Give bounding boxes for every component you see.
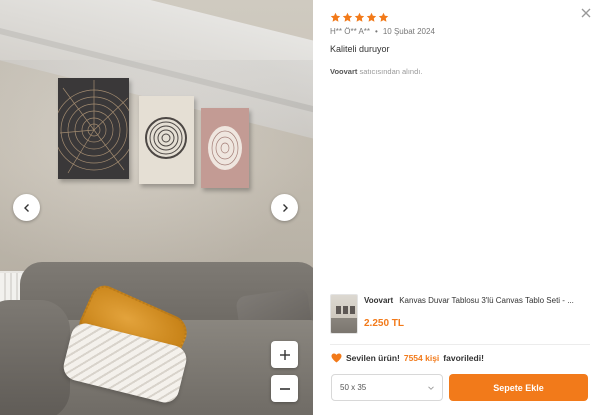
rating-stars (330, 12, 389, 23)
seller-name[interactable]: Voovart (330, 67, 357, 76)
canvas-panel-light (139, 96, 194, 184)
favorites-count: 7554 kişi (403, 353, 440, 363)
seller-line: Voovart satıcısından alındı. (330, 67, 422, 76)
favorites-suffix: favoriledi! (443, 353, 484, 363)
size-select-value: 50 x 35 (340, 383, 367, 392)
zoom-in-button[interactable] (271, 341, 298, 368)
previous-photo-button[interactable] (13, 194, 40, 221)
sofa-arm (0, 300, 70, 415)
plus-icon (279, 349, 290, 360)
minus-icon (279, 387, 290, 390)
favorites-prefix: Sevilen ürün! (346, 353, 400, 363)
canvas-panel-pink (201, 108, 249, 188)
product-price: 2.250 TL (364, 318, 405, 329)
favorites-line: Sevilen ürün! 7554 kişi favoriledi! (331, 353, 484, 363)
canvas-panel-dark (58, 78, 129, 179)
chevron-right-icon (282, 203, 288, 212)
heart-icon (331, 353, 342, 363)
next-photo-button[interactable] (271, 194, 298, 221)
product-title-line[interactable]: Voovart Kanvas Duvar Tablosu 3'lü Canvas … (364, 296, 590, 305)
divider (330, 344, 590, 345)
size-select[interactable]: 50 x 35 (331, 374, 443, 401)
star-icon (366, 12, 377, 22)
seller-suffix: satıcısından alındı. (359, 67, 423, 76)
star-icon (330, 12, 341, 22)
product-brand: Voovart (364, 296, 394, 305)
star-icon (354, 12, 365, 22)
chevron-left-icon (23, 203, 29, 212)
review-photo (0, 0, 313, 415)
product-thumbnail[interactable] (330, 294, 358, 334)
star-icon (342, 12, 353, 22)
review-meta: H** Ö** A** • 10 Şubat 2024 (330, 27, 435, 36)
product-title: Kanvas Duvar Tablosu 3'lü Canvas Tablo S… (399, 296, 574, 305)
zoom-out-button[interactable] (271, 375, 298, 402)
close-icon[interactable] (580, 7, 592, 19)
meta-separator: • (375, 27, 378, 36)
chevron-down-icon (428, 386, 434, 390)
review-date: 10 Şubat 2024 (382, 27, 435, 36)
star-icon (378, 12, 389, 22)
add-to-cart-button[interactable]: Sepete Ekle (449, 374, 588, 401)
review-author: H** Ö** A** (330, 27, 371, 36)
review-comment: Kaliteli duruyor (330, 44, 390, 54)
